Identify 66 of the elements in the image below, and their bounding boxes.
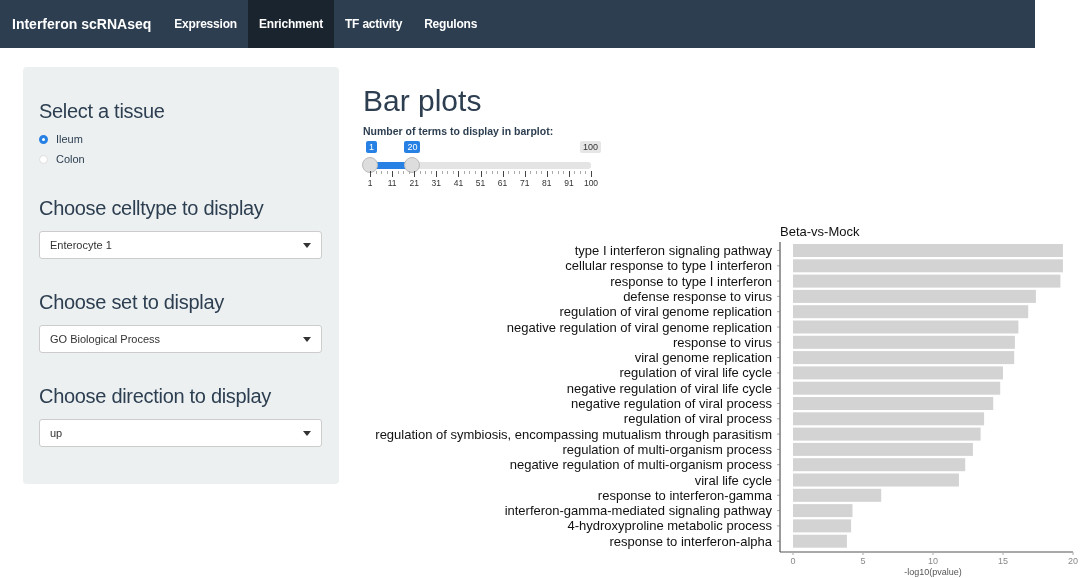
slider-tick-label: 51 [475,178,486,188]
slider-tick-label: 71 [519,178,530,188]
slider-max: 100 [579,141,601,153]
slider-tick-label: 100 [583,178,599,188]
category-label: response to virus [673,334,772,350]
slider-tick-label: 11 [387,178,397,188]
category-label: response to interferon-gamma [597,487,772,503]
section-heading: Choose celltype to display [39,197,265,220]
category-label: regulation of viral genome replication [559,304,772,320]
caret-icon [303,430,311,436]
slider-value: 1 [366,141,377,153]
category-label: regulation of multi-organism process [562,441,772,457]
category-label: negative regulation of viral life cycle [566,380,772,396]
category-label: response to type I interferon [610,273,772,289]
axis-tick-label: 10 [928,556,938,566]
category-label: viral genome replication [634,350,772,366]
slider-tick-label: 81 [542,178,552,188]
app-title[interactable]: Interferon scRNAseq [12,0,152,48]
category-label: response to interferon-alpha [609,533,772,549]
category-label: cellular response to type I interferon [565,258,772,274]
axis-tick-label: 20 [1068,556,1078,566]
section-heading: Select a tissue [39,100,166,123]
nav-tab[interactable]: TF activity [334,0,414,48]
axis-tick-label: 5 [860,556,866,566]
caret-icon [303,336,311,342]
slider-tick-label: 41 [453,178,464,188]
nav-tab[interactable]: Regulons [413,0,489,48]
category-label: negative regulation of multi-organism process [509,457,772,473]
slider-handle[interactable] [404,157,421,173]
section-heading: Choose direction to display [39,385,273,408]
slider-tick-label: 21 [409,178,419,188]
category-label: interferon-gamma-mediated signaling pathway [504,503,772,519]
slider-value: 20 [404,141,421,153]
dropdown[interactable]: Enterocyte 1 [39,231,322,259]
category-label: 4-hydroxyproline metabolic process [567,518,772,534]
bar [793,504,853,518]
axis-label: -log10(pvalue) [904,567,962,577]
slider-tick-label: 61 [497,178,508,188]
chart-title: Beta-vs-Mock [780,224,860,239]
dropdown[interactable]: up [39,419,322,447]
category-label: regulation of viral life cycle [619,365,772,381]
radio-option[interactable]: Ileum [39,129,322,149]
category-label: negative regulation of viral process [571,396,772,411]
slider-tick-label: 91 [564,178,574,188]
radio-icon[interactable] [39,134,48,144]
bar [793,534,847,548]
category-label: type I interferon signaling pathway [574,243,772,258]
nav-tab[interactable]: Expression [163,0,248,48]
category-label: defense response to virus [623,288,772,304]
nav-tab[interactable]: Enrichment [247,0,334,48]
category-label: negative regulation of viral genome replication [506,319,772,335]
slider-tick-label: 1 [367,178,373,188]
category-label: viral life cycle [694,472,772,488]
slider-handle[interactable] [362,157,378,173]
category-label: regulation of viral process [623,411,772,427]
category-label: regulation of symbiosis, encompassing mutualism through parasitism [375,426,772,442]
section-heading: Choose set to display [39,291,225,314]
bar [793,519,852,533]
dropdown[interactable]: GO Biological Process [39,325,322,353]
radio-option[interactable]: Colon [39,149,322,169]
axis-tick-label: 0 [790,556,796,566]
page-title: Bar plots [363,83,483,119]
axis-tick-label: 15 [998,556,1008,566]
slider-tick-label: 31 [431,178,442,188]
caret-icon [303,242,311,248]
slider-label: Number of terms to display in barplot: [363,125,555,137]
